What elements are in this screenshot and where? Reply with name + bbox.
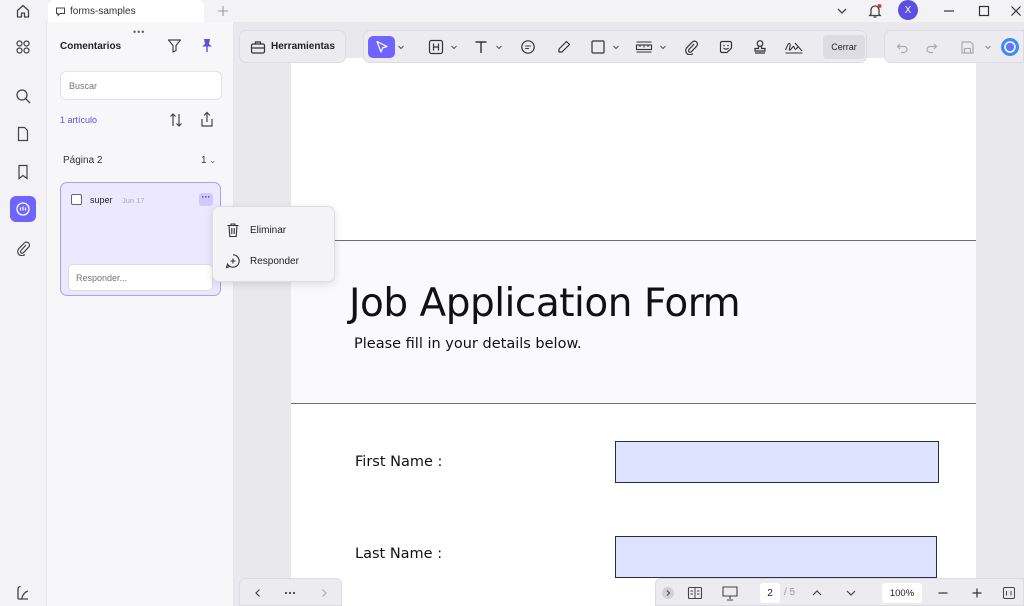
chevron-down-icon[interactable] bbox=[983, 36, 993, 58]
measure-tool-icon[interactable] bbox=[632, 36, 656, 58]
page-navigation-bar: 2 / 5 100% bbox=[655, 578, 1024, 606]
comment-card[interactable]: super Jun 17 ··· bbox=[60, 182, 221, 296]
ai-assistant-icon[interactable] bbox=[999, 36, 1021, 58]
chevron-down-icon[interactable] bbox=[396, 36, 406, 58]
comment-date: Jun 17 bbox=[122, 196, 145, 205]
reading-mode-icon[interactable] bbox=[685, 583, 705, 603]
pen-tool-icon[interactable] bbox=[553, 36, 575, 58]
signature-icon[interactable] bbox=[782, 36, 806, 58]
thumbnails-grid-icon[interactable] bbox=[10, 34, 36, 60]
filter-icon[interactable] bbox=[167, 38, 182, 53]
comment-icon bbox=[55, 6, 66, 17]
home-icon[interactable] bbox=[13, 1, 33, 21]
document-tab[interactable]: forms-samples bbox=[48, 0, 204, 22]
first-name-field[interactable] bbox=[615, 441, 939, 483]
comment-count: 1 artículo bbox=[60, 115, 98, 125]
comments-panel: ••• Comentarios 1 artículo Página 2 1 ⌄ … bbox=[46, 22, 234, 606]
bookmark-icon[interactable] bbox=[10, 159, 36, 185]
chevron-down-icon[interactable] bbox=[658, 36, 668, 58]
stamp-icon[interactable] bbox=[749, 36, 771, 58]
zoom-in-icon[interactable] bbox=[969, 583, 985, 603]
title-bar: forms-samples X bbox=[0, 0, 1024, 22]
first-name-label: First Name : bbox=[355, 454, 443, 470]
form-subtitle: Please fill in your details below. bbox=[354, 336, 582, 352]
more-options-icon[interactable]: ··· bbox=[199, 193, 213, 206]
chevron-down-icon[interactable] bbox=[611, 36, 621, 58]
page-group-count-value: 1 bbox=[201, 155, 207, 166]
close-toolbar-button[interactable]: Cerrar bbox=[823, 35, 865, 59]
pages-icon[interactable] bbox=[10, 121, 36, 147]
comment-author: super bbox=[90, 195, 113, 205]
sticker-icon[interactable] bbox=[715, 36, 737, 58]
chevron-up-icon[interactable] bbox=[809, 583, 825, 603]
form-title: Job Application Form bbox=[349, 281, 741, 326]
tools-label: Herramientas bbox=[271, 41, 335, 52]
presentation-icon[interactable] bbox=[720, 583, 740, 603]
save-icon[interactable] bbox=[958, 36, 976, 58]
minimize-icon[interactable] bbox=[939, 1, 959, 21]
panel-title: Comentarios bbox=[60, 41, 122, 52]
reply-bubble-icon bbox=[224, 252, 242, 270]
zoom-level[interactable]: 100% bbox=[882, 583, 922, 603]
last-name-field[interactable] bbox=[615, 536, 937, 578]
chevron-down-icon[interactable] bbox=[449, 36, 459, 58]
trash-icon bbox=[224, 221, 242, 239]
chevron-down-icon: ⌄ bbox=[209, 156, 217, 165]
more-icon[interactable] bbox=[282, 583, 298, 603]
text-tool-icon[interactable] bbox=[470, 36, 492, 58]
attach-file-icon[interactable] bbox=[680, 36, 702, 58]
page-group-label: Página 2 bbox=[63, 155, 103, 166]
tab-label: forms-samples bbox=[70, 5, 136, 17]
close-window-icon[interactable] bbox=[1006, 1, 1024, 21]
form-header: Job Application Form Please fill in your… bbox=[291, 240, 976, 404]
comments-panel-icon[interactable] bbox=[10, 196, 36, 222]
current-page-input[interactable]: 2 bbox=[760, 583, 780, 603]
pin-icon[interactable] bbox=[200, 38, 214, 53]
chevron-right-icon[interactable] bbox=[316, 583, 332, 603]
reply-menu-item[interactable]: Responder bbox=[213, 246, 336, 276]
reply-input[interactable] bbox=[68, 264, 213, 291]
last-name-label: Last Name : bbox=[355, 546, 443, 562]
page-group-count[interactable]: 1 ⌄ bbox=[201, 155, 216, 166]
zoom-out-icon[interactable] bbox=[935, 583, 951, 603]
select-cursor-icon[interactable] bbox=[368, 36, 395, 58]
shape-rectangle-icon[interactable] bbox=[587, 36, 609, 58]
document-page: Job Application Form Please fill in your… bbox=[291, 58, 976, 606]
maximize-icon[interactable] bbox=[974, 1, 994, 21]
delete-menu-item[interactable]: Eliminar bbox=[213, 215, 336, 245]
chevron-left-icon[interactable] bbox=[250, 583, 266, 603]
highlight-box-icon[interactable] bbox=[425, 36, 447, 58]
thumbnail-pager bbox=[239, 578, 342, 606]
new-tab-icon[interactable] bbox=[213, 1, 233, 21]
search-input[interactable] bbox=[60, 71, 222, 100]
chevron-down-icon[interactable] bbox=[832, 1, 852, 21]
notification-bell-icon[interactable] bbox=[865, 1, 885, 21]
search-icon[interactable] bbox=[10, 83, 36, 109]
total-pages: / 5 bbox=[784, 587, 796, 598]
reply-label: Responder bbox=[250, 255, 299, 267]
export-icon[interactable] bbox=[199, 111, 215, 128]
undo-icon[interactable] bbox=[893, 36, 911, 58]
chevron-down-icon[interactable] bbox=[843, 583, 859, 603]
panel-drag-handle[interactable]: ••• bbox=[133, 27, 145, 37]
note-comment-icon[interactable] bbox=[517, 36, 539, 58]
avatar-letter: X bbox=[904, 4, 912, 16]
actual-size-icon[interactable] bbox=[1001, 583, 1017, 603]
annotation-toolbar: Cerrar bbox=[363, 30, 867, 63]
left-rail bbox=[0, 22, 46, 606]
tools-button[interactable]: Herramientas bbox=[239, 30, 346, 63]
toolbox-icon bbox=[250, 39, 266, 55]
collapse-icon[interactable] bbox=[660, 583, 676, 603]
redo-icon[interactable] bbox=[923, 36, 941, 58]
attachment-icon[interactable] bbox=[10, 235, 36, 261]
comment-context-menu: Eliminar Responder bbox=[212, 206, 335, 282]
user-avatar[interactable]: X bbox=[898, 0, 918, 20]
comment-checkbox[interactable] bbox=[71, 194, 82, 205]
brand-logo-icon[interactable] bbox=[10, 580, 36, 606]
delete-label: Eliminar bbox=[250, 224, 287, 236]
chevron-down-icon[interactable] bbox=[494, 36, 504, 58]
history-toolbar bbox=[884, 30, 1024, 63]
sort-icon[interactable] bbox=[168, 112, 184, 128]
